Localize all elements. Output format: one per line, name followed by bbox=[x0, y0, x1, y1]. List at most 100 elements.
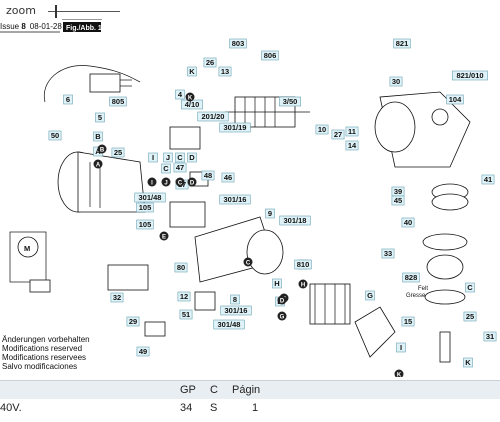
modifications-line-4: Salvo modificaciones bbox=[2, 362, 77, 371]
part-number: 201/20 bbox=[202, 112, 225, 121]
part-number: J bbox=[166, 153, 170, 162]
zoom-slider[interactable] bbox=[48, 11, 120, 12]
zoom-label: zoom bbox=[6, 4, 36, 17]
zoom-slider-handle[interactable] bbox=[55, 5, 57, 18]
part-number: 31 bbox=[486, 332, 494, 341]
part-number: 40 bbox=[404, 218, 412, 227]
part-number: 3/50 bbox=[283, 97, 298, 106]
part-number: 105 bbox=[139, 220, 152, 229]
letter-marker-label: D bbox=[280, 299, 285, 305]
part-number: 810 bbox=[297, 260, 310, 269]
part-number: D bbox=[189, 153, 195, 162]
letter-marker-label: J bbox=[164, 181, 167, 187]
letter-marker-label: D bbox=[190, 181, 195, 187]
part-number: 11 bbox=[348, 127, 356, 136]
modifications-line-3: Modifications reservees bbox=[2, 353, 86, 362]
part-number: 5 bbox=[98, 113, 102, 122]
part-number: 6 bbox=[66, 95, 70, 104]
part-number: 805 bbox=[112, 97, 125, 106]
motor-symbol-label: M bbox=[24, 244, 30, 253]
part-number: 9 bbox=[268, 209, 272, 218]
part-number: 104 bbox=[449, 95, 462, 104]
part-number: 50 bbox=[51, 131, 59, 140]
felt-label: Felt bbox=[418, 286, 428, 292]
part-number: 46 bbox=[224, 173, 232, 182]
part-number: 41 bbox=[484, 175, 492, 184]
letter-marker-label: C bbox=[178, 181, 183, 187]
letter-marker-label: K bbox=[397, 373, 402, 378]
motor-housing bbox=[77, 151, 146, 213]
part-number: B bbox=[95, 132, 101, 141]
part-number: 105 bbox=[139, 203, 152, 212]
header-gp: GP bbox=[180, 384, 196, 396]
part-number: G bbox=[367, 291, 373, 300]
part-number: K bbox=[189, 67, 195, 76]
letter-marker-label: K bbox=[188, 96, 193, 102]
part-number: 806 bbox=[264, 51, 277, 60]
part-number: C bbox=[467, 283, 473, 292]
part-number: 25 bbox=[466, 312, 474, 321]
letter-marker-label: E bbox=[162, 235, 166, 241]
part-number: 301/48 bbox=[139, 193, 162, 202]
part-number: 51 bbox=[182, 310, 190, 319]
issue-label: Issue 8 08-01-28 bbox=[0, 22, 62, 31]
part-number: 32 bbox=[113, 293, 121, 302]
part-number: H bbox=[274, 279, 279, 288]
air-guide bbox=[354, 306, 396, 358]
part-number: 80 bbox=[177, 263, 185, 272]
part-number: K bbox=[465, 358, 471, 367]
part-number: 828 bbox=[405, 273, 418, 282]
part-number: 821 bbox=[396, 39, 409, 48]
zoom-slider-scale bbox=[62, 19, 102, 20]
header-page: Págin bbox=[232, 384, 261, 396]
header-c: C bbox=[210, 384, 218, 396]
part-number: 12 bbox=[180, 292, 188, 301]
part-number: 301/48 bbox=[218, 320, 241, 329]
letter-marker-label: C bbox=[246, 261, 251, 267]
bearing-flange bbox=[422, 233, 468, 251]
part-number: 8 bbox=[233, 295, 237, 304]
part-number: 301/16 bbox=[224, 195, 247, 204]
part-number: 29 bbox=[129, 317, 137, 326]
part-number: 821/010 bbox=[456, 71, 483, 80]
fig-label: Fig./Abb. 1 bbox=[66, 25, 102, 32]
switch-housing bbox=[169, 126, 201, 150]
table-header: GP C Págin bbox=[0, 380, 500, 400]
part-number: 26 bbox=[206, 58, 214, 67]
nameplate bbox=[107, 264, 149, 291]
letter-marker-label: A bbox=[96, 163, 101, 169]
part-number: 25 bbox=[114, 148, 122, 157]
exploded-parts-diagram: Issue 8 08-01-28 Fig./Abb. 1 M Änderunge… bbox=[0, 22, 497, 378]
letter-marker-label: B bbox=[100, 148, 105, 154]
part-number: C bbox=[177, 153, 183, 162]
letter-marker-label: H bbox=[301, 283, 305, 289]
part-number: 48 bbox=[204, 171, 212, 180]
gresse-label: Gresse bbox=[406, 293, 426, 299]
part-number: 301/18 bbox=[284, 216, 307, 225]
part-number: 49 bbox=[139, 347, 147, 356]
letter-marker-label: G bbox=[280, 315, 285, 321]
part-number: 27 bbox=[334, 130, 342, 139]
part-number: I bbox=[400, 343, 402, 352]
row-gp: 34 bbox=[180, 402, 193, 414]
part-number: 47 bbox=[176, 163, 184, 172]
field-coil bbox=[309, 283, 351, 325]
part-number: 39 bbox=[394, 187, 402, 196]
part-number: 301/19 bbox=[224, 123, 247, 132]
part-number: 30 bbox=[392, 77, 400, 86]
row-page: 1 bbox=[252, 402, 259, 414]
part-number: C bbox=[163, 164, 169, 173]
part-number: I bbox=[152, 153, 154, 162]
modifications-line-2: Modifications reserved bbox=[2, 344, 82, 353]
table-row[interactable]: 40V. 34 S 1 bbox=[0, 399, 500, 421]
part-number: 33 bbox=[384, 249, 392, 258]
row-c: S bbox=[210, 402, 218, 414]
part-number: 13 bbox=[221, 67, 229, 76]
row-name: 40V. bbox=[0, 402, 22, 414]
spindle bbox=[439, 331, 451, 363]
part-number: 803 bbox=[232, 39, 245, 48]
part-number: 15 bbox=[404, 317, 412, 326]
part-number: 14 bbox=[348, 141, 357, 150]
part-number: 301/16 bbox=[225, 306, 248, 315]
part-number: 45 bbox=[394, 196, 402, 205]
